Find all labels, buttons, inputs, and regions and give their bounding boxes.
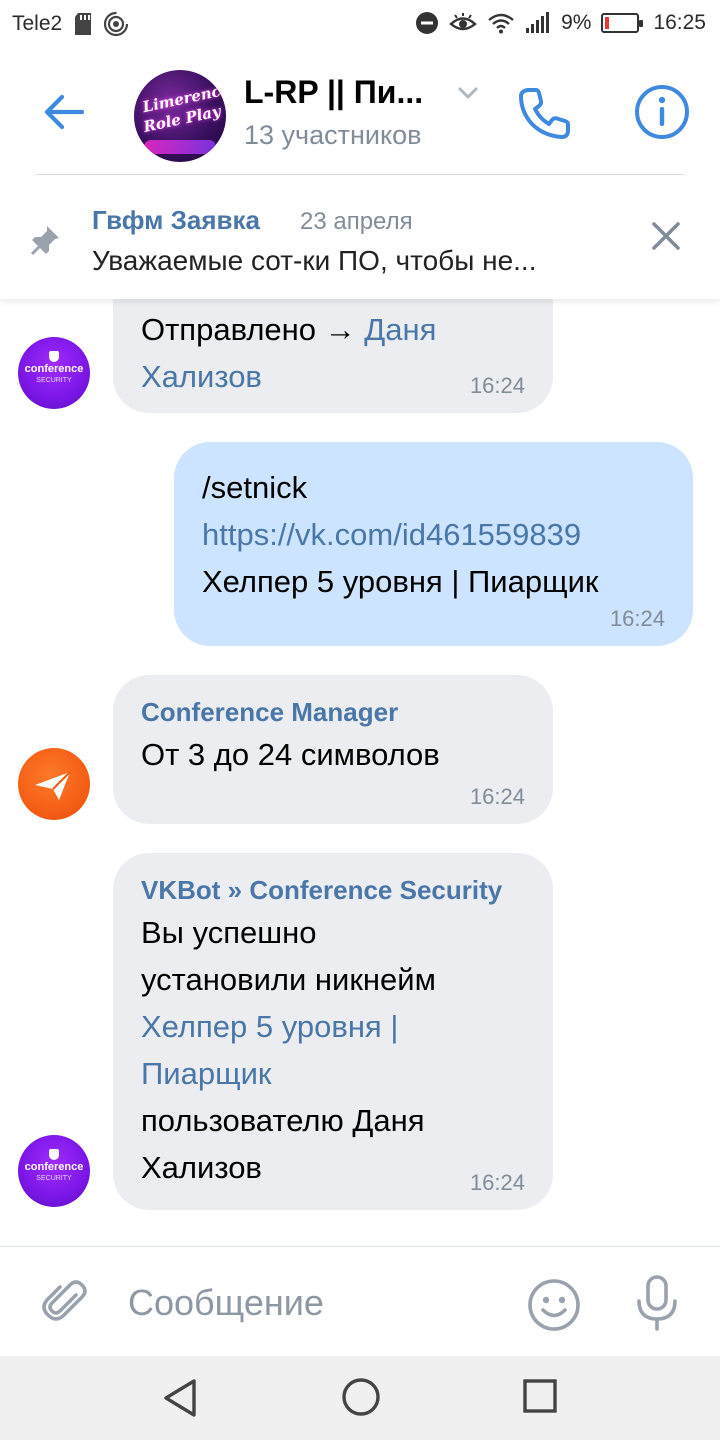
close-icon[interactable] [646, 216, 686, 256]
hotspot-icon [104, 11, 130, 37]
eye-comfort-icon [449, 12, 477, 34]
chevron-down-icon[interactable] [455, 80, 481, 106]
group-avatar[interactable]: Limerence Role Play [134, 70, 226, 162]
avatar[interactable]: conference SECURITY [18, 337, 90, 409]
chat-header: Limerence Role Play L-RP || Пи... 13 уча… [0, 50, 720, 175]
signal-icon [525, 12, 551, 34]
nickname-link[interactable]: Пиарщик [141, 1050, 525, 1097]
message-line: установили никнейм [141, 962, 436, 997]
message-time: 16:24 [609, 606, 665, 631]
message-time: 16:24 [469, 373, 525, 398]
chat-title[interactable]: L-RP || Пи... [244, 74, 423, 111]
message-bubble[interactable]: VKBot » Conference Security Вы успешно у… [113, 853, 553, 1210]
members-count[interactable]: 13 участников [244, 120, 421, 151]
nav-home-icon[interactable] [340, 1376, 382, 1418]
mention-link[interactable]: Хализов [141, 359, 262, 394]
back-arrow-icon[interactable] [38, 86, 90, 138]
carrier-label: Tele2 [12, 12, 63, 35]
message-time: 16:24 [469, 1170, 525, 1195]
message-text: Отправлено → Даня Хализов [141, 312, 437, 394]
avatar[interactable]: conference SECURITY [18, 1135, 90, 1207]
pin-icon [28, 223, 62, 257]
system-nav-bar [0, 1356, 720, 1440]
sd-card-icon [74, 12, 92, 36]
wifi-icon [487, 12, 515, 34]
nav-recents-icon[interactable] [522, 1378, 558, 1414]
nav-back-icon[interactable] [160, 1376, 200, 1420]
message-line: /setnick [202, 470, 308, 505]
microphone-icon[interactable] [632, 1273, 682, 1333]
message-line: Хелпер 5 уровня | Пиарщик [202, 564, 599, 599]
message-sender[interactable]: VKBot » Conference Security [141, 873, 525, 907]
paperclip-icon[interactable] [38, 1275, 92, 1329]
battery-icon [601, 13, 644, 33]
message-time: 16:24 [469, 784, 525, 809]
emoji-icon[interactable] [526, 1277, 582, 1333]
message-bubble[interactable]: Conference Manager От 3 до 24 символов 1… [113, 675, 553, 824]
message-link[interactable]: https://vk.com/id461559839 [202, 511, 667, 558]
message-line: Хализов [141, 1150, 262, 1185]
mention-link[interactable]: Даня [364, 312, 436, 347]
battery-percent: 9% [561, 11, 592, 34]
message-text: От 3 до 24 символов [141, 737, 440, 772]
status-bar: Tele2 9% 16:25 [0, 0, 720, 50]
message-input[interactable] [128, 1275, 498, 1331]
pinned-date: 23 апреля [300, 208, 413, 235]
send-plane-icon [35, 771, 71, 800]
message-bubble[interactable]: /setnick https://vk.com/id461559839 Хелп… [174, 442, 693, 646]
message-line: пользователю Даня [141, 1103, 425, 1138]
message-line: Вы успешно [141, 915, 317, 950]
message-composer [0, 1246, 720, 1356]
phone-icon[interactable] [516, 84, 574, 142]
message-sender[interactable]: Conference Manager [141, 695, 525, 729]
pinned-author: Гвфм Заявка [92, 205, 260, 235]
clock: 16:25 [653, 11, 706, 34]
do-not-disturb-icon [415, 11, 439, 35]
info-icon[interactable] [634, 84, 690, 140]
nickname-link[interactable]: Хелпер 5 уровня | [141, 1003, 525, 1050]
pinned-text: Уважаемые сот-ки ПО, чтобы не... [92, 245, 537, 276]
pinned-message[interactable]: Гвфм Заявка 23 апреля Уважаемые сот-ки П… [0, 175, 720, 299]
avatar[interactable] [18, 748, 90, 820]
